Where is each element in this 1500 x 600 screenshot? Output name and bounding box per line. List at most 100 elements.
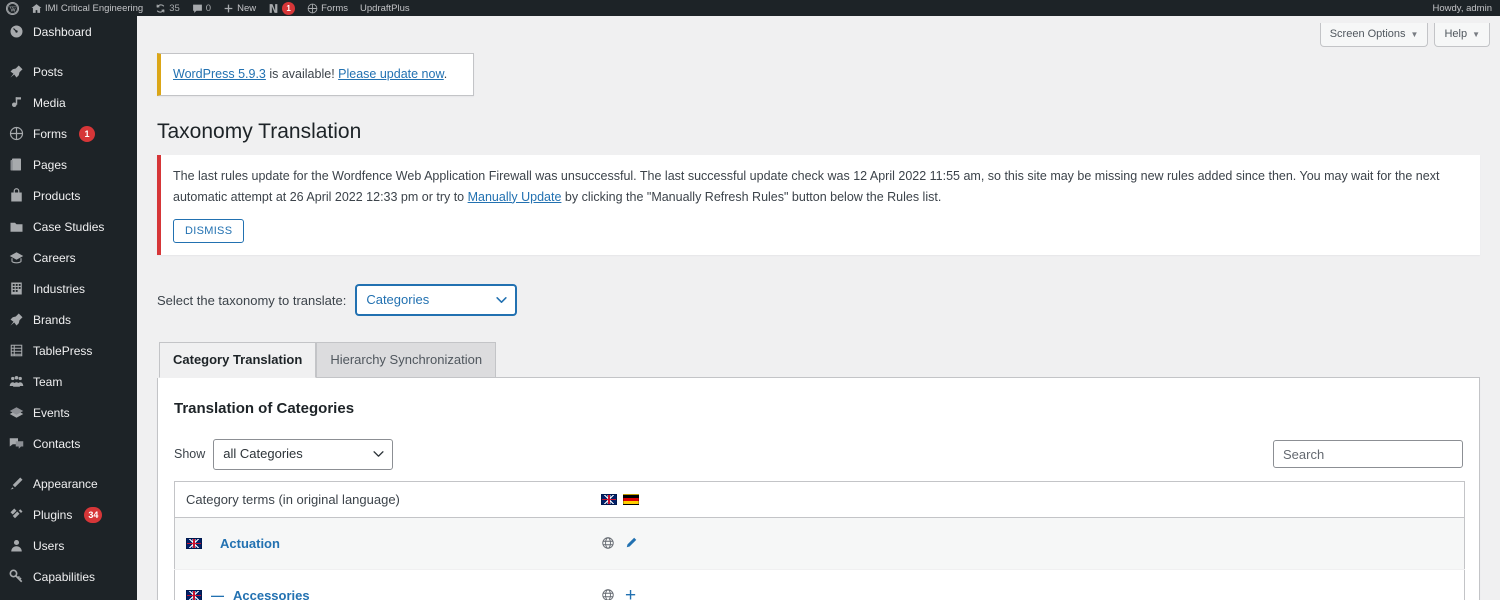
new-content-menu[interactable]: New: [217, 0, 262, 16]
plugins-count-bubble: 34: [84, 506, 103, 523]
globe-icon[interactable]: [601, 536, 615, 550]
my-account-menu[interactable]: Howdy, admin: [1427, 0, 1500, 16]
wordpress-version-link[interactable]: WordPress 5.9.3: [173, 67, 266, 81]
pencil-icon[interactable]: [624, 536, 638, 550]
sidebar-item-dashboard[interactable]: Dashboard: [0, 16, 137, 47]
chevron-down-icon: ▼: [1410, 30, 1419, 40]
sidebar-item-plugins[interactable]: Plugins 34: [0, 499, 137, 530]
sidebar-label: Forms: [33, 126, 67, 141]
updraftplus-label: UpdraftPlus: [360, 2, 410, 14]
screen-options-button[interactable]: Screen Options ▼: [1319, 23, 1429, 48]
taxonomy-select[interactable]: Categories: [356, 284, 517, 316]
taxonomy-selector-row: Select the taxonomy to translate: Catego…: [157, 284, 1480, 316]
dismiss-button[interactable]: DISMISS: [173, 218, 245, 243]
taxonomy-select-value: Categories: [366, 291, 430, 307]
updates-menu[interactable]: 35: [149, 0, 186, 16]
sidebar-item-appearance[interactable]: Appearance: [0, 468, 137, 499]
show-select[interactable]: all Categories: [213, 439, 394, 470]
term-cell: — Accessories: [174, 569, 590, 600]
sidebar-label: Events: [33, 405, 70, 420]
sidebar-item-forms[interactable]: Forms 1: [0, 118, 137, 149]
plus-icon[interactable]: +: [624, 586, 638, 600]
posts-pin-icon: [8, 63, 25, 80]
tablepress-icon: [8, 342, 25, 359]
sidebar-item-brands[interactable]: Brands: [0, 304, 137, 335]
forms-grid-icon: [307, 3, 318, 14]
sidebar-item-users[interactable]: Users: [0, 530, 137, 561]
updraftplus-menu[interactable]: UpdraftPlus: [354, 0, 416, 16]
sidebar-label: Plugins: [33, 507, 73, 522]
show-select-value: all Categories: [223, 446, 303, 462]
term-hierarchy-prefix: —: [211, 587, 224, 600]
site-name-menu[interactable]: IMI Critical Engineering: [25, 0, 149, 16]
term-link[interactable]: Accessories: [233, 588, 310, 600]
sidebar-item-capabilities[interactable]: Capabilities: [0, 561, 137, 592]
dashboard-icon: [8, 23, 25, 40]
wp-logo-menu[interactable]: [0, 0, 25, 16]
capabilities-key-icon: [8, 568, 25, 585]
globe-icon[interactable]: [601, 588, 615, 600]
sidebar-label: Team: [33, 374, 63, 389]
comments-menu[interactable]: 0: [186, 0, 217, 16]
help-button[interactable]: Help ▼: [1434, 23, 1490, 48]
admin-sidebar-menu[interactable]: Dashboard Posts Media 1 Forms 1 Pages Pr…: [0, 16, 137, 600]
team-group-icon: [8, 373, 25, 390]
sidebar-label: Capabilities: [33, 569, 96, 584]
manually-update-link[interactable]: Manually Update: [468, 190, 562, 204]
wordfence-firewall-notice: The last rules update for the Wordfence …: [157, 155, 1480, 255]
taxonomy-select-wrapper[interactable]: Categories: [356, 284, 517, 316]
update-nag-notice: WordPress 5.9.3 is available! Please upd…: [157, 53, 474, 97]
site-name-label: IMI Critical Engineering: [45, 2, 144, 14]
sidebar-item-case-studies[interactable]: Case Studies: [0, 211, 137, 242]
show-label: Show: [174, 447, 206, 462]
sidebar-label: Case Studies: [33, 219, 105, 234]
screen-meta-links: Screen Options ▼ Help ▼: [137, 16, 1500, 48]
forms-count-bubble: 1: [79, 125, 95, 142]
column-header-terms: Category terms (in original language): [174, 481, 590, 518]
table-head: Category terms (in original language): [174, 481, 1465, 518]
forms-icon: [8, 125, 25, 142]
screen-options-label: Screen Options: [1329, 28, 1406, 40]
sidebar-item-posts[interactable]: Posts: [0, 56, 137, 87]
forms-menu[interactable]: Forms: [301, 0, 354, 16]
sidebar-item-products[interactable]: Products: [0, 180, 137, 211]
sidebar-item-contacts[interactable]: Contacts: [0, 428, 137, 459]
taxonomy-selector-label: Select the taxonomy to translate:: [157, 292, 347, 308]
plus-icon: [223, 3, 234, 14]
tab-hierarchy-synchronization[interactable]: Hierarchy Synchronization: [316, 342, 497, 378]
show-select-wrapper[interactable]: all Categories: [213, 439, 394, 470]
search-group: [1273, 440, 1463, 469]
plugins-icon: [8, 506, 25, 523]
flag-gb-icon: [186, 589, 202, 600]
sidebar-label: Products: [33, 188, 81, 203]
yoast-seo-menu[interactable]: 1: [262, 0, 301, 16]
sidebar-label: Industries: [33, 281, 86, 296]
table-row: — Accessories +: [174, 569, 1465, 600]
sidebar-label: Brands: [33, 312, 72, 327]
please-update-now-link[interactable]: Please update now: [338, 67, 444, 81]
page-wrap: WordPress 5.9.3 is available! Please upd…: [137, 53, 1500, 600]
sidebar-item-careers[interactable]: Careers: [0, 242, 137, 273]
sidebar-label: Careers: [33, 250, 76, 265]
sidebar-label: Contacts: [33, 436, 81, 451]
row-spacer-cell: [649, 569, 1465, 600]
sidebar-item-industries[interactable]: Industries: [0, 273, 137, 304]
chevron-down-icon: ▼: [1472, 30, 1480, 40]
sidebar-item-events[interactable]: Events: [0, 397, 137, 428]
sidebar-item-team[interactable]: Team: [0, 366, 137, 397]
refresh-icon: [155, 3, 166, 14]
home-icon: [31, 3, 42, 14]
sidebar-item-pages[interactable]: Pages: [0, 149, 137, 180]
careers-cap-icon: [8, 249, 25, 266]
sidebar-label: TablePress: [33, 343, 93, 358]
update-nag-end-text: .: [443, 67, 448, 82]
search-input[interactable]: [1273, 440, 1463, 469]
sidebar-item-tablepress[interactable]: TablePress: [0, 335, 137, 366]
tab-category-translation[interactable]: Category Translation: [159, 342, 317, 379]
sidebar-item-media[interactable]: Media 1: [0, 87, 137, 118]
panel-title: Translation of Categories: [174, 400, 355, 418]
language-actions-cell: [589, 517, 650, 570]
term-link[interactable]: Actuation: [220, 536, 280, 551]
translation-panel: Translation of Categories Show all Categ…: [157, 378, 1480, 600]
products-bag-icon: [8, 187, 25, 204]
